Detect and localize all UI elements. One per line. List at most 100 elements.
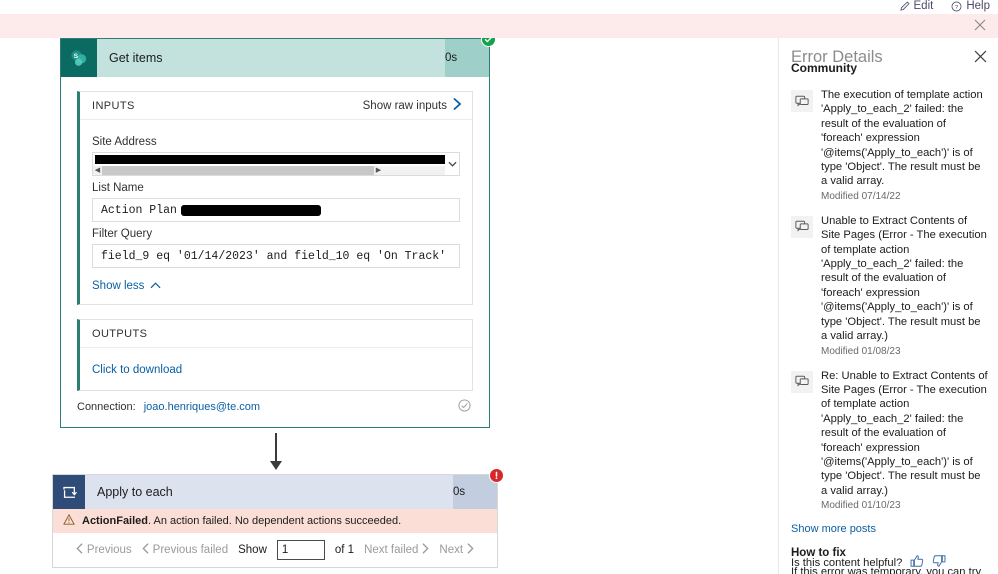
field-label-list-name: List Name (92, 182, 144, 194)
redaction-mask (181, 205, 321, 216)
action-card-get-items[interactable]: S Get items 0s INPUTS Show raw inputs Si… (60, 38, 496, 428)
error-banner: ActionFailed. An action failed. No depen… (53, 509, 497, 533)
sharepoint-icon: S (61, 39, 97, 77)
iteration-pager: Previous Previous failed Show of 1 Next … (53, 533, 497, 567)
card-title: Apply to each (97, 485, 173, 499)
svg-text:?: ? (955, 4, 959, 10)
scroll-thumb[interactable] (102, 166, 374, 175)
outputs-header: OUTPUTS (80, 320, 472, 348)
show-less-label: Show less (92, 280, 145, 292)
chevron-right-icon (422, 543, 430, 557)
click-to-download-link[interactable]: Click to download (92, 364, 182, 376)
card-header[interactable]: S Get items 0s (61, 38, 496, 77)
error-exclamation-icon (489, 468, 504, 483)
post-title[interactable]: Re: Unable to Extract Contents of Site P… (821, 369, 989, 499)
post-title[interactable]: The execution of template action 'Apply_… (821, 88, 989, 189)
of-total-label: of 1 (334, 544, 355, 556)
error-text: ActionFailed. An action failed. No depen… (82, 515, 401, 527)
circle-check-icon (458, 399, 471, 415)
post-text: The execution of template action 'Apply_… (821, 88, 989, 202)
outputs-label: OUTPUTS (92, 327, 148, 340)
error-code: ActionFailed (82, 515, 149, 527)
flow-connector-arrow (270, 433, 282, 473)
error-message: . An action failed. No dependent actions… (148, 515, 402, 527)
chevron-right-icon (467, 543, 474, 557)
post-modified: Modified 01/10/23 (821, 500, 901, 512)
next-label: Next (439, 544, 464, 556)
page-number-input[interactable] (276, 540, 325, 560)
previous-failed-label: Previous failed (152, 544, 229, 556)
show-less-toggle[interactable]: Show less (92, 280, 460, 292)
previous-button[interactable]: Previous (76, 543, 132, 557)
thumbs-up-icon[interactable] (910, 554, 924, 571)
edit-button[interactable]: Edit (899, 0, 934, 12)
success-check-icon (481, 38, 496, 47)
community-post-list: The execution of template action 'Apply_… (779, 82, 998, 574)
list-name-value: Action Plan (101, 203, 177, 217)
chevron-right-icon (453, 98, 462, 113)
post-modified: Modified 01/08/23 (821, 345, 901, 357)
list-name-input[interactable]: Action Plan (92, 198, 460, 222)
action-card-apply-to-each[interactable]: Apply to each 0s ActionFailed. An action… (52, 468, 504, 568)
next-failed-button[interactable]: Next failed (364, 543, 430, 557)
show-raw-inputs-label: Show raw inputs (362, 99, 447, 112)
comment-icon (791, 215, 813, 238)
scroll-left-icon[interactable]: ◀ (93, 166, 102, 175)
card-title: Get items (109, 51, 163, 65)
notification-banner (0, 14, 998, 38)
list-item[interactable]: Re: Unable to Extract Contents of Site P… (779, 363, 998, 518)
inputs-section: INPUTS Show raw inputs Site Address ◀ ▶ … (77, 91, 473, 305)
power-automate-run-view: Edit ? Help S Get items 0s INPUTS Show r… (0, 0, 998, 574)
post-text: Re: Unable to Extract Contents of Site P… (821, 369, 989, 512)
connection-value[interactable]: joao.henriques@te.com (144, 401, 260, 413)
list-item[interactable]: The execution of template action 'Apply_… (779, 82, 998, 208)
previous-failed-button[interactable]: Previous failed (142, 543, 228, 557)
close-icon[interactable] (974, 18, 990, 34)
chevron-down-icon[interactable] (445, 153, 459, 175)
card-header[interactable]: Apply to each 0s (53, 468, 504, 509)
show-more-posts-link[interactable]: Show more posts (779, 517, 998, 535)
close-icon[interactable] (974, 50, 988, 64)
chevron-left-icon (142, 543, 149, 557)
post-text: Unable to Extract Contents of Site Pages… (821, 214, 989, 357)
loop-icon (53, 475, 85, 509)
scroll-right-icon[interactable]: ▶ (374, 166, 383, 175)
help-button[interactable]: ? Help (951, 0, 990, 12)
comment-icon (791, 370, 813, 393)
next-failed-label: Next failed (364, 544, 419, 556)
post-title[interactable]: Unable to Extract Contents of Site Pages… (821, 214, 989, 344)
redaction-mask (95, 155, 447, 164)
list-item[interactable]: Unable to Extract Contents of Site Pages… (779, 208, 998, 363)
show-raw-inputs-link[interactable]: Show raw inputs (363, 98, 462, 113)
connection-label: Connection: (77, 401, 136, 413)
field-label-filter-query: Filter Query (92, 228, 153, 240)
inputs-label: INPUTS (92, 99, 135, 112)
chevron-up-icon (150, 280, 161, 292)
thumbs-down-icon[interactable] (932, 554, 946, 571)
community-heading: Community (791, 61, 857, 75)
warning-triangle-icon (63, 513, 75, 528)
outputs-section: OUTPUTS Click to download (77, 319, 473, 391)
site-address-hscrollbar[interactable]: ◀ ▶ (93, 166, 459, 175)
filter-query-value: field_9 eq '01/14/2023' and field_10 eq … (101, 249, 447, 263)
outputs-body: Click to download (80, 348, 472, 390)
comment-icon (791, 90, 813, 112)
edit-label: Edit (913, 0, 934, 12)
error-details-panel: Error Details Community The execution of… (778, 38, 998, 574)
next-button[interactable]: Next (439, 543, 474, 557)
site-address-input[interactable]: ◀ ▶ (92, 152, 460, 176)
card-body: INPUTS Show raw inputs Site Address ◀ ▶ … (61, 77, 489, 391)
inputs-fields: Site Address ◀ ▶ List Name Action Plan F… (80, 120, 472, 304)
help-label: Help (966, 0, 990, 12)
pencil-icon (899, 0, 910, 12)
command-bar-actions: Edit ? Help (899, 0, 990, 12)
filter-query-input[interactable]: field_9 eq '01/14/2023' and field_10 eq … (92, 244, 460, 268)
arrow-head-icon (270, 461, 282, 470)
field-label-site-address: Site Address (92, 136, 157, 148)
show-label: Show (238, 544, 267, 556)
command-bar: Edit ? Help (0, 0, 998, 14)
post-modified: Modified 07/14/22 (821, 190, 901, 202)
flow-canvas: S Get items 0s INPUTS Show raw inputs Si… (0, 38, 778, 574)
inputs-header: INPUTS Show raw inputs (80, 92, 472, 120)
svg-text:S: S (74, 53, 79, 60)
